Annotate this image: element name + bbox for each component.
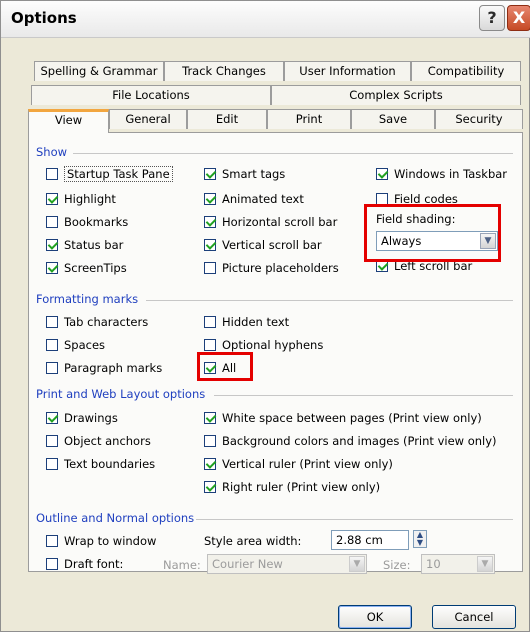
help-icon[interactable]: ? xyxy=(479,5,505,31)
hidden-text-checkbox[interactable]: Hidden text xyxy=(204,313,289,331)
style-area-width-label: Style area width: xyxy=(204,534,302,548)
checkbox-box xyxy=(204,339,216,351)
draft-font-name-select[interactable]: Courier New ▼ xyxy=(207,554,367,574)
white-space-checkbox[interactable]: White space between pages (Print view on… xyxy=(204,409,482,427)
chevron-down-icon: ▼ xyxy=(349,556,365,572)
tab-complex-scripts[interactable]: Complex Scripts xyxy=(271,85,521,105)
startup-task-pane-checkbox[interactable]: Startup Task Pane xyxy=(46,165,173,183)
checkbox-box xyxy=(46,412,58,424)
checkbox-box xyxy=(204,193,216,205)
horizontal-scroll-bar-checkbox[interactable]: Horizontal scroll bar xyxy=(204,213,337,231)
checkbox-box xyxy=(46,168,58,180)
windows-in-taskbar-checkbox[interactable]: Windows in Taskbar xyxy=(376,165,507,183)
tab-view[interactable]: View xyxy=(28,109,109,133)
tab-save[interactable]: Save xyxy=(351,109,435,129)
checkbox-box xyxy=(46,262,58,274)
checkbox-box xyxy=(46,239,58,251)
paragraph-marks-checkbox[interactable]: Paragraph marks xyxy=(46,359,162,377)
close-icon[interactable]: X xyxy=(507,5,530,31)
cancel-button[interactable]: Cancel xyxy=(432,605,516,629)
checkbox-box xyxy=(204,412,216,424)
size-label: Size: xyxy=(383,558,411,572)
spaces-checkbox[interactable]: Spaces xyxy=(46,336,105,354)
title-bar: Options ? X xyxy=(1,1,530,38)
drawings-checkbox[interactable]: Drawings xyxy=(46,409,118,427)
picture-placeholders-checkbox[interactable]: Picture placeholders xyxy=(204,259,339,277)
section-formatting-marks: Formatting marks xyxy=(36,292,139,306)
checkbox-box xyxy=(46,193,58,205)
section-print-web-layout: Print and Web Layout options xyxy=(36,387,206,401)
checkbox-box xyxy=(204,168,216,180)
divider xyxy=(196,519,513,520)
draft-font-size-select[interactable]: 10 ▼ xyxy=(421,554,495,574)
checkbox-box xyxy=(46,535,58,547)
tab-file-locations[interactable]: File Locations xyxy=(31,85,271,105)
checkbox-box xyxy=(46,362,58,374)
highlight-annotation xyxy=(197,352,253,381)
animated-text-checkbox[interactable]: Animated text xyxy=(204,190,304,208)
tab-compatibility[interactable]: Compatibility xyxy=(411,61,521,81)
tab-edit[interactable]: Edit xyxy=(187,109,267,129)
checkbox-box xyxy=(204,435,216,447)
highlight-checkbox[interactable]: Highlight xyxy=(46,190,116,208)
text-boundaries-checkbox[interactable]: Text boundaries xyxy=(46,455,155,473)
chevron-down-icon: ▼ xyxy=(477,556,493,572)
ok-button[interactable]: OK xyxy=(338,605,412,629)
style-area-spinner[interactable]: ▲ ▼ xyxy=(413,530,427,548)
background-colors-checkbox[interactable]: Background colors and images (Print view… xyxy=(204,432,497,450)
checkbox-box xyxy=(46,339,58,351)
highlight-annotation xyxy=(364,204,501,262)
checkbox-box xyxy=(376,168,388,180)
checkbox-box xyxy=(204,458,216,470)
checkbox-box xyxy=(46,216,58,228)
checkbox-box xyxy=(204,216,216,228)
checkbox-box xyxy=(204,316,216,328)
tab-characters-checkbox[interactable]: Tab characters xyxy=(46,313,148,331)
tab-print[interactable]: Print xyxy=(267,109,351,129)
section-outline-normal: Outline and Normal options xyxy=(36,511,195,525)
checkbox-box xyxy=(204,239,216,251)
right-ruler-checkbox[interactable]: Right ruler (Print view only) xyxy=(204,478,380,496)
bookmarks-checkbox[interactable]: Bookmarks xyxy=(46,213,128,231)
checkbox-box xyxy=(204,262,216,274)
status-bar-checkbox[interactable]: Status bar xyxy=(46,236,123,254)
tab-user-information[interactable]: User Information xyxy=(284,61,411,81)
checkbox-box xyxy=(46,435,58,447)
checkbox-box xyxy=(46,558,58,570)
screentips-checkbox[interactable]: ScreenTips xyxy=(46,259,127,277)
tab-track-changes[interactable]: Track Changes xyxy=(164,61,284,81)
smart-tags-checkbox[interactable]: Smart tags xyxy=(204,165,285,183)
section-show: Show xyxy=(36,145,68,159)
object-anchors-checkbox[interactable]: Object anchors xyxy=(46,432,151,450)
checkbox-box xyxy=(46,316,58,328)
divider xyxy=(214,395,513,396)
options-dialog: Options ? X Spelling & Grammar Track Cha… xyxy=(0,0,530,632)
divider xyxy=(146,300,513,301)
dialog-title: Options xyxy=(11,9,77,27)
checkbox-box xyxy=(204,481,216,493)
wrap-to-window-checkbox[interactable]: Wrap to window xyxy=(46,532,156,550)
tab-spelling-grammar[interactable]: Spelling & Grammar xyxy=(34,61,164,81)
draft-font-checkbox[interactable]: Draft font: xyxy=(46,555,123,573)
divider xyxy=(73,153,513,154)
vertical-ruler-checkbox[interactable]: Vertical ruler (Print view only) xyxy=(204,455,393,473)
tab-general[interactable]: General xyxy=(109,109,187,129)
style-area-width-input[interactable]: 2.88 cm xyxy=(331,530,409,550)
name-label: Name: xyxy=(163,558,201,572)
vertical-scroll-bar-checkbox[interactable]: Vertical scroll bar xyxy=(204,236,322,254)
tab-security[interactable]: Security xyxy=(435,109,523,129)
checkbox-box xyxy=(46,458,58,470)
